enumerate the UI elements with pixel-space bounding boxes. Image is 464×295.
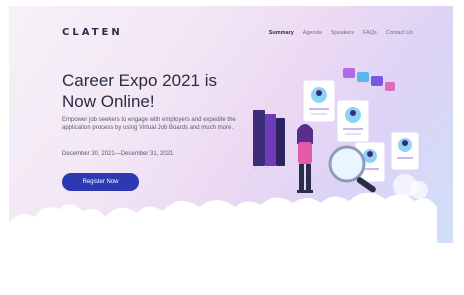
page-title: Career Expo 2021 is Now Online! <box>62 70 262 112</box>
top-nav: Summary Agenda Speakers FAQs Contact Us <box>269 30 413 36</box>
nav-item-summary[interactable]: Summary <box>269 30 294 36</box>
title-line-1: Career Expo 2021 is <box>62 71 217 90</box>
person-icon <box>297 124 313 193</box>
event-dates: December 30, 2021—December 31, 2021 <box>62 151 174 157</box>
books-icon <box>253 110 285 166</box>
nav-item-speakers[interactable]: Speakers <box>331 30 354 36</box>
nav-item-agenda[interactable]: Agenda <box>303 30 322 36</box>
register-now-button[interactable]: Register Now <box>62 173 139 191</box>
hero-description: Empower job seekers to engage with emplo… <box>62 117 236 131</box>
profile-card-icon <box>302 79 336 123</box>
profile-card-icon <box>390 131 420 171</box>
title-line-2: Now Online! <box>62 92 155 111</box>
brand-logo[interactable]: CLATEN <box>62 27 123 38</box>
nav-item-contact-us[interactable]: Contact Us <box>386 30 413 36</box>
cloud-icon <box>9 193 437 243</box>
chat-icon <box>343 68 395 91</box>
hero-banner: CLATEN Summary Agenda Speakers FAQs Cont… <box>9 6 453 243</box>
nav-item-faqs[interactable]: FAQs <box>363 30 377 36</box>
profile-card-icon <box>336 99 370 143</box>
